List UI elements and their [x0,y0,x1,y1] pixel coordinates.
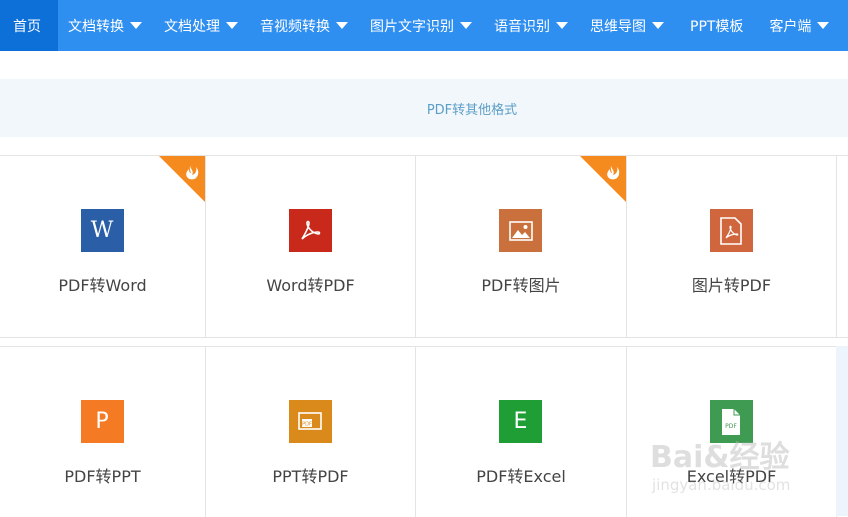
tool-label: Excel转PDF [686,467,777,486]
tool-label: PDF转Excel [476,467,566,486]
nav-item-doc-convert[interactable]: 文档转换 [58,0,154,51]
tool-label: PPT转PDF [272,467,349,486]
section-header: PDF转其他格式 [0,79,848,137]
nav-item-ocr[interactable]: 图片文字识别 [360,0,484,51]
tool-pdf-to-word[interactable]: W PDF转Word [0,156,206,337]
tool-row: W PDF转Word Word转PDF PDF转图片 图片转PDF [0,155,848,338]
tool-label: Word转PDF [266,276,355,295]
nav-item-client[interactable]: 客户端 [759,0,841,51]
tool-label: PDF转图片 [481,276,561,295]
chevron-down-icon [817,22,830,29]
chevron-down-icon [226,22,238,29]
icon-letter: P [95,409,109,434]
icon-letter: W [90,218,114,243]
nav-label: 首页 [13,18,41,35]
nav-item-speech[interactable]: 语音识别 [484,0,580,51]
nav-item-mindmap[interactable]: 思维导图 [580,0,676,51]
ppt-icon: P [80,400,124,443]
tool-excel-to-pdf[interactable]: PDF Excel转PDF [627,347,837,517]
top-nav: 首页 文档转换 文档处理 音视频转换 图片文字识别 语音识别 思维导图 PPT模… [0,0,848,51]
tool-label: 图片转PDF [691,276,772,295]
nav-label: 音视频转换 [260,18,330,35]
nav-item-home[interactable]: 首页 [0,0,58,51]
tool-pdf-to-ppt[interactable]: P PDF转PPT [0,347,206,517]
tool-word-to-pdf[interactable]: Word转PDF [206,156,416,337]
chevron-down-icon [460,22,472,29]
svg-text:PDF: PDF [725,423,737,430]
tool-cell-partial [837,156,848,337]
nav-label: 客户端 [769,18,812,35]
icon-letter: E [513,409,528,434]
tool-row: P PDF转PPT PDF PPT转PDF E PDF转Excel PDF Ex… [0,346,848,517]
svg-text:PDF: PDF [302,421,312,427]
nav-label: 文档转换 [68,18,124,35]
pdf-doc-icon [709,209,753,252]
chevron-down-icon [130,22,142,29]
chevron-down-icon [652,22,664,29]
image-icon [499,209,542,252]
nav-item-av-convert[interactable]: 音视频转换 [250,0,360,51]
section-title: PDF转其他格式 [426,102,518,118]
ppt-pdf-icon: PDF [288,400,332,443]
excel-icon: E [499,400,542,443]
tool-image-to-pdf[interactable]: 图片转PDF [627,156,837,337]
tool-ppt-to-pdf[interactable]: PDF PPT转PDF [206,347,416,517]
nav-item-ppt-template[interactable]: PPT模板 [676,0,759,51]
hot-badge-icon [580,156,626,202]
tool-label: PDF转PPT [64,467,141,486]
chevron-down-icon [556,22,568,29]
chevron-down-icon [336,22,348,29]
pdf-icon [288,209,332,252]
nav-label: 思维导图 [590,18,646,35]
excel-pdf-icon: PDF [709,400,753,443]
nav-label: PPT模板 [690,18,744,35]
nav-label: 语音识别 [494,18,550,35]
hot-badge-icon [159,156,205,202]
tool-pdf-to-image[interactable]: PDF转图片 [416,156,627,337]
nav-label: 图片文字识别 [370,18,454,35]
nav-item-doc-process[interactable]: 文档处理 [154,0,250,51]
tool-cell-partial [836,346,848,516]
tool-label: PDF转Word [58,276,147,295]
nav-label: 文档处理 [164,18,220,35]
tool-pdf-to-excel[interactable]: E PDF转Excel [416,347,627,517]
word-icon: W [80,209,124,252]
